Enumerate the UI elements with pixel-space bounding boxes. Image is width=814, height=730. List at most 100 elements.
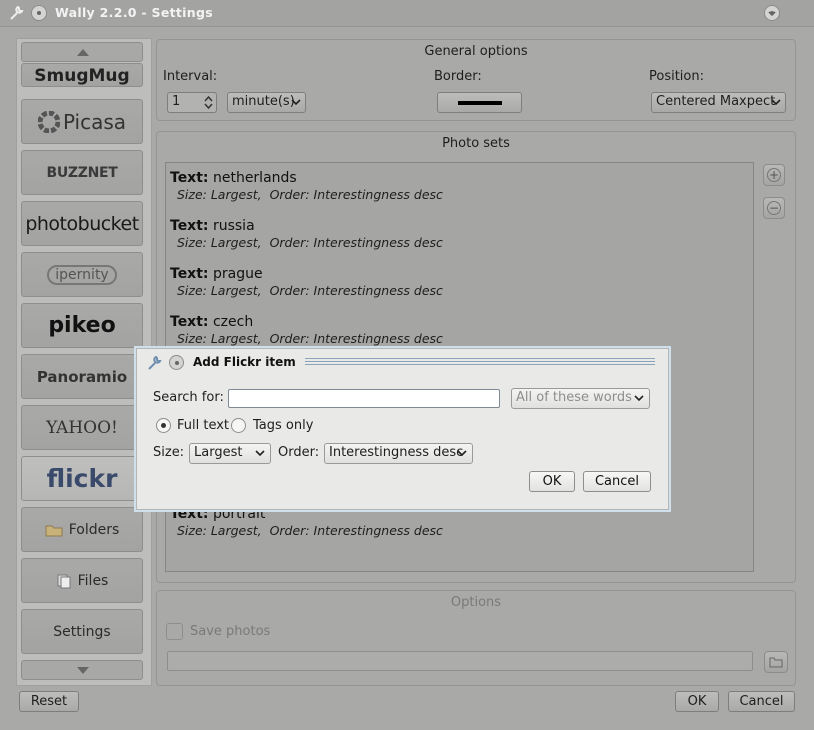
sidebar-item-files[interactable]: Files (21, 558, 143, 603)
sidebar-item-yahoo[interactable]: YAHOO! (21, 405, 143, 450)
list-item[interactable]: Text: netherlands Size: Largest, Order: … (170, 170, 443, 202)
photo-set-text: czech (212, 314, 254, 330)
arrow-down-icon (77, 667, 89, 674)
photo-set-order: Order: Interestingness desc (269, 523, 443, 538)
folder-icon (45, 525, 63, 536)
photo-set-size: Size: Largest, (177, 283, 262, 298)
search-input[interactable] (228, 389, 500, 408)
chevron-down-icon (634, 395, 644, 402)
list-item[interactable]: Text: prague Size: Largest, Order: Inter… (170, 266, 443, 298)
sidebar-item-label: Picasa (62, 109, 127, 134)
add-flickr-item-dialog: Add Flickr item Search for: All of these… (136, 348, 669, 510)
sidebar-item-label: ipernity (47, 264, 117, 285)
general-options-panel: General options Interval: 1 minute(s) Bo… (156, 39, 796, 121)
sidebar-item-label: Folders (68, 521, 120, 538)
sidebar-item-panoramio[interactable]: Panoramio (21, 354, 143, 399)
dialog-menu-button[interactable] (169, 355, 184, 370)
picasa-logo-icon (37, 110, 60, 133)
service-sidebar: SmugMug Picasa BUZZNET photobucket ipern… (16, 38, 152, 686)
save-photos-checkbox[interactable] (166, 623, 183, 640)
window-collapse-button[interactable] (764, 5, 780, 21)
order-value: Interestingness desc (329, 445, 464, 460)
options-panel: Options Save photos (156, 590, 796, 686)
photo-set-order: Order: Interestingness desc (269, 331, 443, 346)
add-photo-set-button[interactable]: + (763, 164, 785, 186)
ok-button[interactable]: OK (675, 691, 719, 712)
sidebar-item-label: Files (77, 572, 109, 589)
position-value: Centered Maxpect (656, 94, 776, 109)
match-mode-select[interactable]: All of these words (511, 388, 650, 409)
text-key: Text: (170, 170, 209, 186)
sidebar-item-buzznet[interactable]: BUZZNET (21, 150, 143, 195)
border-color-swatch (458, 101, 502, 105)
sidebar-item-smugmug[interactable]: SmugMug (21, 63, 143, 87)
search-for-label: Search for: (153, 390, 224, 405)
sidebar-item-flickr[interactable]: flickr (21, 456, 143, 501)
position-select[interactable]: Centered Maxpect (651, 92, 786, 113)
options-title: Options (450, 595, 502, 610)
sidebar-scroll-up-button[interactable] (21, 42, 143, 62)
reset-button[interactable]: Reset (19, 691, 79, 712)
dialog-cancel-button[interactable]: Cancel (583, 471, 651, 492)
interval-unit-value: minute(s) (232, 94, 295, 109)
text-key: Text: (170, 314, 209, 330)
tags-only-label: Tags only (253, 418, 314, 433)
photo-set-size: Size: Largest, (177, 187, 262, 202)
interval-unit-select[interactable]: minute(s) (227, 92, 306, 113)
wrench-icon[interactable] (146, 355, 162, 371)
sidebar-item-label: photobucket (25, 212, 139, 235)
photo-set-text: russia (212, 218, 255, 234)
size-value: Largest (194, 445, 243, 460)
sidebar-item-label: BUZZNET (46, 164, 118, 181)
order-select[interactable]: Interestingness desc (324, 443, 473, 464)
dialog-ok-button[interactable]: OK (529, 471, 575, 492)
remove-photo-set-button[interactable]: − (763, 197, 785, 219)
sidebar-item-label: Settings (53, 623, 111, 640)
sidebar-item-folders[interactable]: Folders (21, 507, 143, 552)
wrench-icon[interactable] (8, 5, 24, 21)
arrow-up-icon (77, 49, 89, 56)
sidebar-scroll-down-button[interactable] (21, 660, 143, 680)
chevron-down-icon (457, 450, 467, 457)
cancel-button[interactable]: Cancel (728, 691, 795, 712)
sidebar-item-label: pikeo (48, 313, 116, 338)
full-text-radio[interactable] (156, 418, 171, 433)
sidebar-item-photobucket[interactable]: photobucket (21, 201, 143, 246)
sidebar-item-pikeo[interactable]: pikeo (21, 303, 143, 348)
full-text-label: Full text (177, 418, 230, 433)
folder-icon (769, 657, 783, 668)
save-photos-label: Save photos (190, 624, 271, 639)
size-label: Size: (153, 445, 185, 460)
photo-set-text: netherlands (212, 170, 297, 186)
general-options-title: General options (424, 44, 528, 59)
sidebar-item-label: flickr (46, 464, 118, 493)
photo-set-size: Size: Largest, (177, 235, 262, 250)
interval-spinbox[interactable]: 1 (167, 92, 217, 113)
photo-sets-title: Photo sets (442, 136, 510, 151)
text-key: Text: (170, 266, 209, 282)
plus-icon: + (767, 168, 781, 182)
list-item[interactable]: Text: czech Size: Largest, Order: Intere… (170, 314, 443, 346)
interval-label: Interval: (163, 69, 218, 84)
chevron-down-icon (771, 99, 781, 106)
position-label: Position: (649, 69, 704, 84)
sidebar-item-ipernity[interactable]: ipernity (21, 252, 143, 297)
interval-value: 1 (172, 94, 181, 109)
title-decoration (305, 358, 655, 367)
sidebar-item-picasa[interactable]: Picasa (21, 99, 143, 144)
border-color-button[interactable] (437, 92, 522, 113)
window-title: Wally 2.2.0 - Settings (55, 5, 213, 20)
text-key: Text: (170, 218, 209, 234)
photo-set-size: Size: Largest, (177, 331, 262, 346)
spin-arrows-icon[interactable] (204, 95, 213, 110)
window-menu-button[interactable] (31, 5, 47, 21)
save-folder-field[interactable] (167, 651, 753, 671)
size-select[interactable]: Largest (189, 443, 271, 464)
chevron-down-icon (255, 450, 265, 457)
list-item[interactable]: Text: russia Size: Largest, Order: Inter… (170, 218, 443, 250)
list-item[interactable]: Text: portrait Size: Largest, Order: Int… (170, 506, 443, 538)
title-bar: Wally 2.2.0 - Settings (0, 0, 814, 27)
tags-only-radio[interactable] (231, 418, 246, 433)
browse-folder-button[interactable] (764, 651, 788, 673)
sidebar-item-settings[interactable]: Settings (21, 609, 143, 654)
